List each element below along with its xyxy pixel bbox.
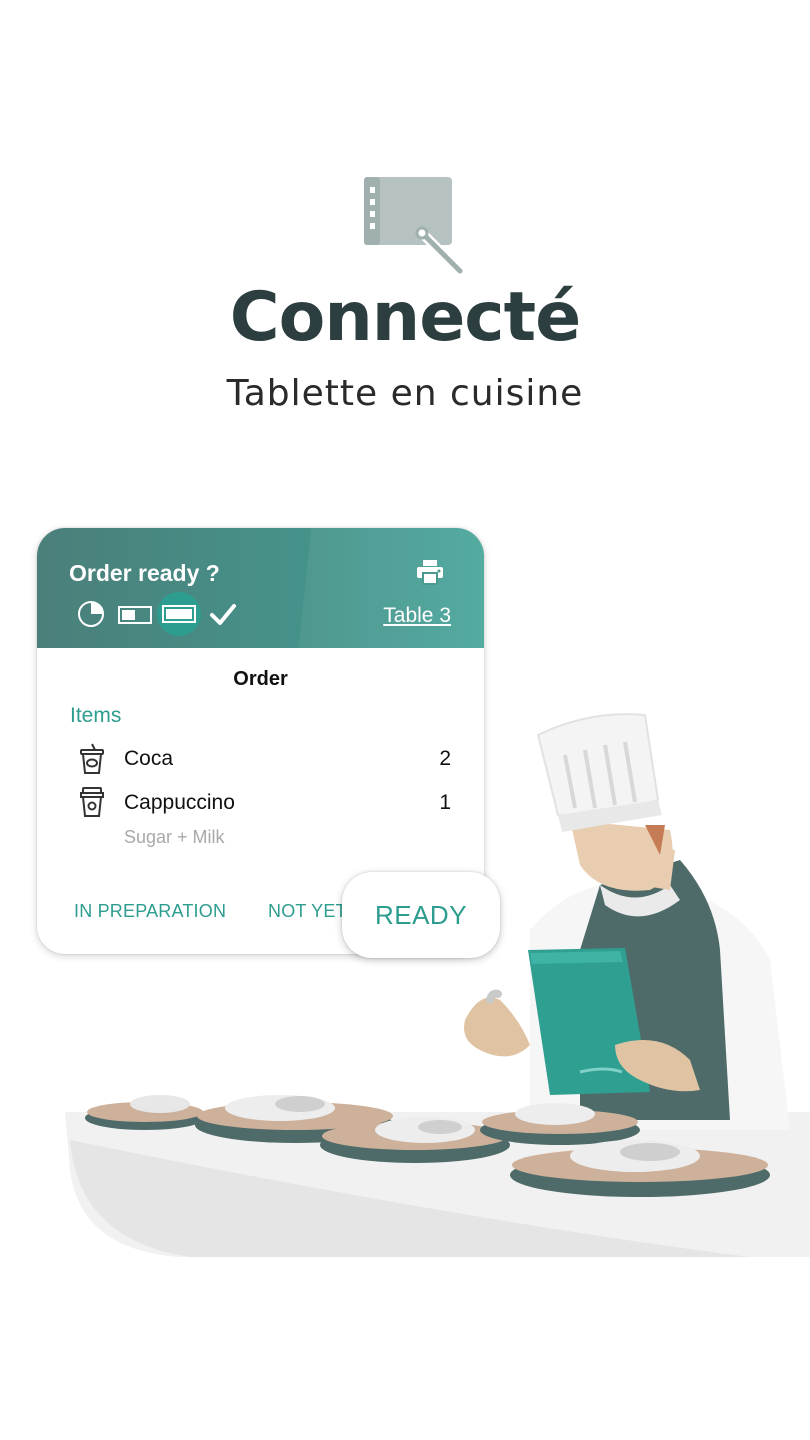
order-card-header: Order ready ? Table 3 xyxy=(37,528,484,648)
full-bar-step[interactable] xyxy=(157,592,201,636)
printer-icon[interactable] xyxy=(415,558,445,586)
order-section-title: Order xyxy=(233,668,288,690)
not-yet-button[interactable]: NOT YET xyxy=(268,901,347,922)
check-icon[interactable] xyxy=(209,600,237,628)
cup-icon xyxy=(80,743,104,774)
in-preparation-button[interactable]: IN PREPARATION xyxy=(74,901,226,922)
item-qty: 1 xyxy=(439,791,451,814)
item-name: Coca xyxy=(124,747,174,770)
header-sheen xyxy=(298,528,484,648)
table-link[interactable]: Table 3 xyxy=(383,604,451,628)
item-qty: 2 xyxy=(439,747,451,770)
item-name: Cappuccino xyxy=(124,791,235,814)
full-bar-icon xyxy=(162,605,196,623)
hero-subtitle: Tablette en cuisine xyxy=(226,373,584,414)
kitchen-tablet-icon xyxy=(364,177,465,276)
coffee-cup-icon xyxy=(80,787,104,817)
ready-button[interactable]: READY xyxy=(342,872,500,958)
item-note: Sugar + Milk xyxy=(124,827,225,847)
hero-title: Connecté xyxy=(229,278,582,357)
pie-clock-icon[interactable] xyxy=(77,600,105,628)
order-ready-title: Order ready ? xyxy=(69,560,220,586)
half-bar-icon[interactable] xyxy=(118,606,152,624)
items-label: Items xyxy=(70,704,122,727)
